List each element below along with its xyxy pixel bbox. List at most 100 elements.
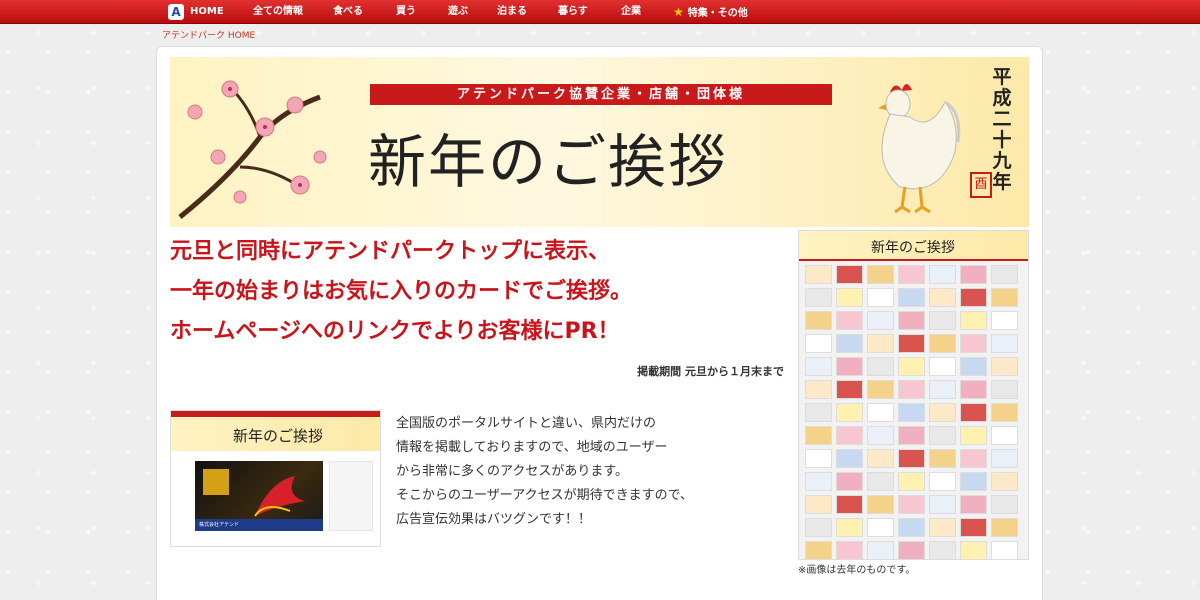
preview-card-thumb <box>867 380 894 399</box>
new-year-banner: アテンドパーク協賛企業・店舗・団体様 新年のご挨拶 平成二十九年 酉 <box>170 57 1029 227</box>
nav-buy[interactable]: 買う <box>396 0 416 24</box>
thumb-title: 新年のご挨拶 <box>233 427 324 445</box>
preview-title: 新年のご挨拶 <box>871 240 955 256</box>
thumb-side-panel <box>329 461 373 531</box>
nav-play[interactable]: 遊ぶ <box>448 0 468 24</box>
preview-card-thumb <box>898 357 925 376</box>
preview-card-thumb <box>929 518 956 537</box>
preview-card-thumb <box>898 288 925 307</box>
preview-card-thumb <box>991 403 1018 422</box>
preview-card-thumb <box>805 403 832 422</box>
preview-card-thumb <box>929 472 956 491</box>
preview-card-thumb <box>898 426 925 445</box>
preview-card-thumb <box>867 403 894 422</box>
preview-card-thumb <box>805 357 832 376</box>
plum-blossom-icon <box>178 80 327 219</box>
banner-year: 平成二十九年 <box>992 66 1012 193</box>
preview-card-thumb <box>836 311 863 330</box>
description-line-4: そこからのユーザーアクセスが期待できますので、 <box>396 488 694 503</box>
preview-card-thumb <box>867 288 894 307</box>
preview-card-thumb <box>867 449 894 468</box>
preview-card-grid <box>799 261 1028 559</box>
preview-card-thumb <box>991 288 1018 307</box>
preview-card-thumb <box>898 265 925 284</box>
headline-line-1: 元旦と同時にアテンドパークトップに表示、 <box>170 239 611 264</box>
preview-card-thumb <box>960 472 987 491</box>
preview-card-thumb <box>929 495 956 514</box>
headline: 元旦と同時にアテンドパークトップに表示、 一年の始まりはお気に入りのカードでご挨… <box>170 232 790 352</box>
preview-card-thumb <box>867 541 894 559</box>
description-line-5: 広告宣伝効果はバツグンです！！ <box>396 512 592 527</box>
headline-line-3: ホームページへのリンクでよりお客様にPR！ <box>170 319 620 344</box>
preview-card-thumb <box>991 495 1018 514</box>
preview-card-thumb <box>929 380 956 399</box>
preview-card-thumb <box>805 288 832 307</box>
preview-card-thumb <box>836 357 863 376</box>
star-icon: ★ <box>673 5 684 19</box>
preview-card-thumb <box>867 472 894 491</box>
preview-card-thumb <box>836 380 863 399</box>
preview-card-thumb <box>867 334 894 353</box>
preview-card-thumb <box>960 426 987 445</box>
nav-eat[interactable]: 食べる <box>333 0 363 24</box>
preview-card-thumb <box>867 265 894 284</box>
preview-card-thumb <box>836 334 863 353</box>
preview-card-thumb <box>805 472 832 491</box>
preview-card-thumb <box>836 472 863 491</box>
preview-card-thumb <box>991 518 1018 537</box>
preview-card-thumb <box>805 380 832 399</box>
preview-card-thumb <box>991 380 1018 399</box>
banner-ribbon: アテンドパーク協賛企業・店舗・団体様 <box>370 84 832 105</box>
nav-special-label: 特集・その他 <box>687 8 748 19</box>
site-logo-icon[interactable]: A <box>168 4 184 20</box>
preview-card-thumb <box>867 495 894 514</box>
preview-card-thumb <box>867 357 894 376</box>
nav-live[interactable]: 暮らす <box>558 0 588 24</box>
description-line-2: 情報を掲載しておりますので、地域のユーザー <box>396 440 668 455</box>
preview-card-thumb <box>929 403 956 422</box>
preview-banner: 新年のご挨拶 <box>799 231 1028 261</box>
preview-card-thumb <box>898 518 925 537</box>
preview-card-thumb <box>805 426 832 445</box>
preview-card-thumb <box>960 380 987 399</box>
headline-line-2: 一年の始まりはお気に入りのカードでご挨拶。 <box>170 279 633 304</box>
preview-card-thumb <box>898 472 925 491</box>
banner-title: 新年のご挨拶 <box>368 128 729 196</box>
preview-card-thumb <box>960 518 987 537</box>
preview-card-thumb <box>960 311 987 330</box>
preview-card-thumb <box>991 449 1018 468</box>
preview-card-thumb <box>898 449 925 468</box>
preview-card-thumb <box>898 403 925 422</box>
top-navigation: A HOME 全ての情報 食べる 買う 遊ぶ 泊まる 暮らす 企業 ★ 特集・その… <box>0 0 1200 24</box>
breadcrumb[interactable]: アテンドパーク HOME <box>162 28 255 41</box>
preview-card-thumb <box>929 449 956 468</box>
preview-card-thumb <box>960 265 987 284</box>
preview-card-thumb <box>805 334 832 353</box>
thumb-company-label: 株式会社アテンド <box>195 519 323 531</box>
sample-page-thumbnail[interactable]: 新年のご挨拶 株式会社アテンド <box>170 410 381 547</box>
preview-card-thumb <box>991 426 1018 445</box>
preview-card-thumb <box>805 265 832 284</box>
preview-card-thumb <box>898 541 925 559</box>
preview-card-thumb <box>960 449 987 468</box>
nav-home[interactable]: HOME <box>190 0 224 24</box>
nav-stay[interactable]: 泊まる <box>497 0 527 24</box>
nav-special[interactable]: ★ 特集・その他 <box>673 0 748 24</box>
preview-card-thumb <box>836 518 863 537</box>
preview-card-thumb <box>991 334 1018 353</box>
card-gallery-preview[interactable]: 新年のご挨拶 <box>798 230 1029 560</box>
preview-card-thumb <box>836 426 863 445</box>
rooster-icon <box>878 84 961 214</box>
description-line-3: から非常に多くのアクセスがあります。 <box>396 464 629 479</box>
preview-card-thumb <box>929 311 956 330</box>
preview-card-thumb <box>898 311 925 330</box>
preview-card-thumb <box>960 495 987 514</box>
nav-all-info[interactable]: 全ての情報 <box>253 0 303 24</box>
preview-card-thumb <box>836 403 863 422</box>
preview-card-thumb <box>991 357 1018 376</box>
preview-card-thumb <box>805 518 832 537</box>
nav-company[interactable]: 企業 <box>621 0 641 24</box>
preview-card-thumb <box>960 334 987 353</box>
preview-card-thumb <box>960 357 987 376</box>
preview-card-thumb <box>836 541 863 559</box>
